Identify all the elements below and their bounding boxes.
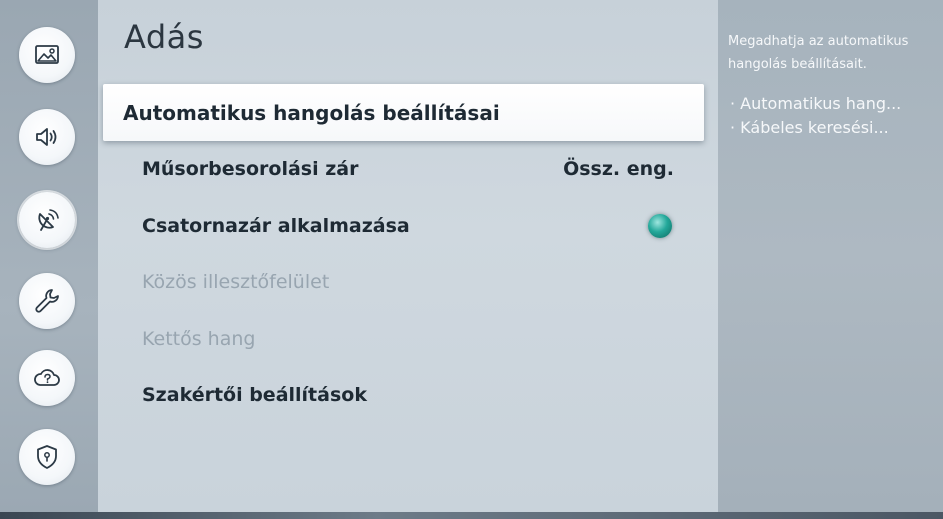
broadcast-settings-panel: Adás Automatikus hangolás beállításai Mű… — [98, 0, 718, 512]
menu-item-auto-tuning-settings[interactable]: Automatikus hangolás beállításai — [103, 84, 704, 141]
menu-item-label: Kettős hang — [142, 328, 256, 350]
tv-screen: Adás Automatikus hangolás beállításai Mű… — [0, 0, 943, 519]
menu-item-label: Műsorbesorolási zár — [142, 158, 359, 180]
menu-item-label: Csatornazár alkalmazása — [142, 215, 410, 237]
shield-icon — [37, 445, 57, 469]
menu-item-label: Automatikus hangolás beállításai — [123, 100, 500, 125]
toggle-on-indicator[interactable] — [648, 214, 672, 238]
general-category-button[interactable] — [19, 273, 75, 329]
help-description: Megadhatja az automatikus hangolás beáll… — [728, 30, 938, 76]
picture-category-button[interactable] — [19, 27, 75, 83]
broadcast-icon — [38, 209, 59, 231]
help-panel: Megadhatja az automatikus hangolás beáll… — [718, 0, 943, 512]
menu-item-common-interface: Közös illesztőfelület — [98, 260, 718, 304]
menu-item-label: Közös illesztőfelület — [142, 271, 330, 293]
help-description-line: hangolás beállításait. — [728, 57, 867, 72]
sound-category-button[interactable] — [19, 109, 75, 165]
help-submenu-list: Automatikus hang... Kábeles keresési... — [730, 92, 901, 140]
wrench-icon — [35, 289, 59, 313]
sound-icon — [36, 128, 57, 146]
menu-item-dual-audio: Kettős hang — [98, 317, 718, 361]
picture-icon — [35, 45, 59, 64]
help-description-line: Megadhatja az automatikus — [728, 34, 909, 49]
broadcast-category-button[interactable] — [19, 192, 75, 248]
page-title: Adás — [124, 18, 204, 56]
screen-bottom-edge — [0, 512, 943, 519]
support-category-button[interactable] — [19, 350, 75, 406]
help-list-item: Kábeles keresési... — [730, 116, 901, 140]
menu-item-expert-settings[interactable]: Szakértői beállítások — [98, 373, 718, 417]
support-cloud-icon — [34, 369, 60, 386]
menu-item-label: Szakértői beállítások — [142, 384, 367, 406]
menu-item-programme-rating-lock[interactable]: Műsorbesorolási zár Össz. eng. — [98, 147, 718, 191]
help-list-item: Automatikus hang... — [730, 92, 901, 116]
menu-item-value: Össz. eng. — [563, 158, 674, 180]
menu-item-apply-channel-lock[interactable]: Csatornazár alkalmazása — [98, 204, 718, 248]
settings-category-rail — [0, 0, 98, 512]
privacy-category-button[interactable] — [19, 429, 75, 485]
